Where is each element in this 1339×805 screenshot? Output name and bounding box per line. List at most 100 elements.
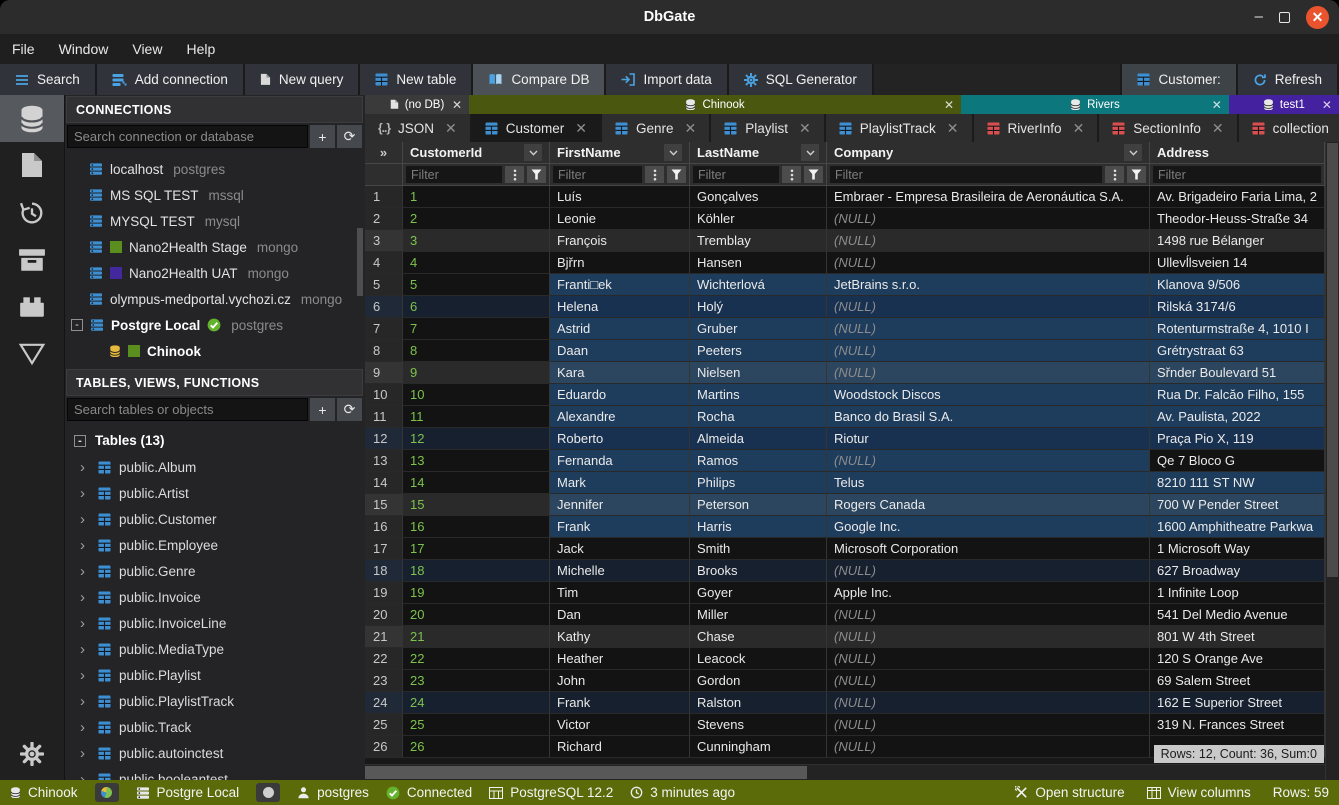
status-postgre-local[interactable]: Postgre Local [136, 785, 240, 800]
cell-id[interactable]: 2 [403, 208, 550, 230]
cell-address[interactable]: 1 Infinite Loop [1150, 582, 1325, 604]
row-number[interactable]: 26 [365, 736, 403, 758]
cell-last[interactable]: Peterson [690, 494, 827, 516]
tab-genre[interactable]: Genre✕ [602, 114, 711, 142]
cell-first[interactable]: Tim [550, 582, 690, 604]
cell-last[interactable]: Goyer [690, 582, 827, 604]
row-number[interactable]: 17 [365, 538, 403, 560]
cell-company[interactable]: Telus [827, 472, 1150, 494]
tables-group[interactable]: -Tables (13) [65, 427, 365, 454]
tab-json[interactable]: {..}JSON✕ [365, 114, 472, 142]
cell-address[interactable]: Theodor-Heuss-Straße 34 [1150, 208, 1325, 230]
toolbar-sql-generator[interactable]: SQL Generator [729, 64, 874, 95]
filter-input-company[interactable] [830, 166, 1102, 183]
cell-last[interactable]: Nielsen [690, 362, 827, 384]
connection-item-ms-sql-test[interactable]: MS SQL TESTmssql [65, 182, 365, 208]
toolbar-customer[interactable]: Customer: [1120, 64, 1237, 95]
cell-address[interactable]: 1600 Amphitheatre Parkwa [1150, 516, 1325, 538]
filter-funnel-button[interactable] [804, 166, 823, 183]
table-item-public-customer[interactable]: ›public.Customer [65, 506, 365, 532]
tab-playlist[interactable]: Playlist✕ [711, 114, 826, 142]
tab-group-rivers[interactable]: Rivers✕ [961, 95, 1229, 114]
row-number[interactable]: 19 [365, 582, 403, 604]
toolbar-refresh[interactable]: Refresh [1238, 64, 1339, 95]
connection-item-localhost[interactable]: localhostpostgres [65, 156, 365, 182]
status-postgres[interactable]: postgres [297, 785, 369, 800]
cell-first[interactable]: Jack [550, 538, 690, 560]
table-item-public-invoiceline[interactable]: ›public.InvoiceLine [65, 610, 365, 636]
cell-company[interactable]: (NULL) [827, 692, 1150, 714]
cell-first[interactable]: Roberto [550, 428, 690, 450]
cell-address[interactable]: Grétrystraat 63 [1150, 340, 1325, 362]
horizontal-scrollbar-thumb[interactable] [365, 766, 807, 779]
toolbar-compare-db[interactable]: Compare DB [473, 64, 606, 95]
tab-sectioninfo[interactable]: SectionInfo✕ [1099, 114, 1238, 142]
table-item-public-autoinctest[interactable]: ›public.autoinctest [65, 740, 365, 766]
cell-first[interactable]: Kathy [550, 626, 690, 648]
cell-address[interactable]: Sřnder Boulevard 51 [1150, 362, 1325, 384]
cell-address[interactable]: 1 Microsoft Way [1150, 538, 1325, 560]
cell-last[interactable]: Martins [690, 384, 827, 406]
row-number[interactable]: 22 [365, 648, 403, 670]
chevron-right-icon[interactable]: › [80, 771, 90, 781]
cell-address[interactable]: Ullevĺlsveien 14 [1150, 252, 1325, 274]
chevron-right-icon[interactable]: › [80, 745, 90, 762]
cell-company[interactable]: (NULL) [827, 230, 1150, 252]
cell-id[interactable]: 9 [403, 362, 550, 384]
row-number[interactable]: 10 [365, 384, 403, 406]
cell-address[interactable]: 627 Broadway [1150, 560, 1325, 582]
cell-first[interactable]: Frank [550, 516, 690, 538]
iconbar-archive[interactable] [0, 236, 64, 283]
chevron-right-icon[interactable]: › [80, 719, 90, 736]
row-number[interactable]: 24 [365, 692, 403, 714]
expander-icon[interactable]: - [71, 319, 83, 331]
column-dropdown-button[interactable] [1124, 144, 1142, 161]
status-connected[interactable]: Connected [386, 785, 472, 800]
cell-first[interactable]: Kara [550, 362, 690, 384]
cell-first[interactable]: Michelle [550, 560, 690, 582]
cell-id[interactable]: 19 [403, 582, 550, 604]
column-header-lastname[interactable]: LastName [690, 142, 827, 164]
cell-first[interactable]: Eduardo [550, 384, 690, 406]
cell-first[interactable]: François [550, 230, 690, 252]
cell-last[interactable]: Chase [690, 626, 827, 648]
cell-last[interactable]: Holý [690, 296, 827, 318]
cell-id[interactable]: 20 [403, 604, 550, 626]
close-tab-icon[interactable]: ✕ [575, 120, 587, 137]
cell-id[interactable]: 10 [403, 384, 550, 406]
cell-first[interactable]: Frank [550, 692, 690, 714]
row-number[interactable]: 5 [365, 274, 403, 296]
cell-company[interactable]: (NULL) [827, 208, 1150, 230]
cell-id[interactable]: 12 [403, 428, 550, 450]
tab-group-test1[interactable]: test1✕ [1229, 95, 1339, 114]
statusbar-color-badge[interactable] [95, 783, 119, 802]
close-tab-icon[interactable]: ✕ [1212, 120, 1224, 137]
vertical-scrollbar-thumb[interactable] [1327, 143, 1338, 577]
cell-company[interactable]: (NULL) [827, 296, 1150, 318]
cell-company[interactable]: Woodstock Discos [827, 384, 1150, 406]
cell-first[interactable]: Heather [550, 648, 690, 670]
cell-last[interactable]: Ralston [690, 692, 827, 714]
cell-last[interactable]: Harris [690, 516, 827, 538]
menu-window[interactable]: Window [59, 41, 109, 57]
row-number[interactable]: 3 [365, 230, 403, 252]
filter-input-firstname[interactable] [553, 166, 642, 183]
cell-first[interactable]: Richard [550, 736, 690, 758]
cell-id[interactable]: 7 [403, 318, 550, 340]
cell-address[interactable]: 162 E Superior Street [1150, 692, 1325, 714]
tables-search-input[interactable] [67, 398, 308, 421]
cell-last[interactable]: Rocha [690, 406, 827, 428]
cell-company[interactable]: (NULL) [827, 340, 1150, 362]
table-item-public-playlist[interactable]: ›public.Playlist [65, 662, 365, 688]
grid-select-all-header[interactable]: » [365, 142, 403, 164]
connections-scrollbar[interactable] [357, 228, 363, 296]
table-item-public-invoice[interactable]: ›public.Invoice [65, 584, 365, 610]
menu-view[interactable]: View [132, 41, 162, 57]
cell-first[interactable]: Alexandre [550, 406, 690, 428]
iconbar-plugins[interactable] [0, 283, 64, 330]
add-table-small-button[interactable]: + [310, 398, 335, 421]
cell-last[interactable]: Ramos [690, 450, 827, 472]
status-chinook[interactable]: Chinook [10, 785, 78, 800]
cell-company[interactable]: (NULL) [827, 318, 1150, 340]
filter-menu-button[interactable] [505, 166, 524, 183]
